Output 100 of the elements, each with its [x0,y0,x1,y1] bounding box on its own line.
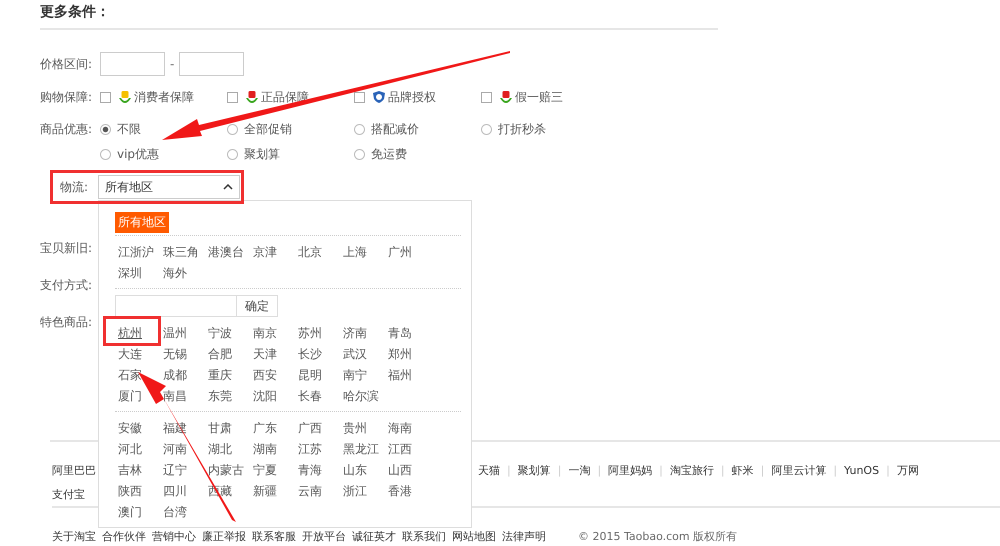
region-option[interactable]: 青海 [298,462,322,479]
region-option[interactable]: 宁夏 [253,462,277,479]
region-option[interactable]: 长春 [298,388,322,405]
region-option[interactable]: 南昌 [163,388,187,405]
region-option[interactable]: 广州 [388,244,412,261]
footer-link[interactable]: 聚划算 [518,462,551,478]
footer-link[interactable]: 诚征英才 [352,528,396,544]
region-option[interactable]: 新疆 [253,483,277,500]
footer-link[interactable]: 网站地图 [452,528,496,544]
footer-link[interactable]: 阿里云计算 [771,462,826,478]
region-option[interactable]: 大连 [118,346,142,363]
region-dropdown[interactable]: 所有地区 [98,175,240,199]
footer-link[interactable]: 开放平台 [302,528,346,544]
region-option[interactable]: 安徽 [118,420,142,437]
region-option[interactable]: 山东 [343,462,367,479]
footer-link[interactable]: 营销中心 [152,528,196,544]
region-option[interactable]: 广西 [298,420,322,437]
region-option[interactable]: 江西 [388,441,412,458]
region-option[interactable]: 陕西 [118,483,142,500]
footer-link[interactable]: 联系客服 [252,528,296,544]
region-option[interactable]: 厦门 [118,388,142,405]
region-option[interactable]: 昆明 [298,367,322,384]
region-option[interactable]: 甘肃 [208,420,232,437]
region-option[interactable]: 南宁 [343,367,367,384]
region-option[interactable]: 温州 [163,325,187,342]
region-option[interactable]: 天津 [253,346,277,363]
checkbox[interactable] [227,92,238,102]
option-label: 免运费 [371,146,407,163]
footer-link[interactable]: 淘宝旅行 [670,462,714,478]
region-option[interactable]: 湖北 [208,441,232,458]
region-option[interactable]: 辽宁 [163,462,187,479]
footer-link[interactable]: 阿里巴巴 [52,462,96,478]
radio-button[interactable] [227,149,238,160]
region-option[interactable]: 澳门 [118,504,142,521]
footer-link[interactable]: 万网 [896,462,919,478]
region-option[interactable]: 重庆 [208,367,232,384]
region-option[interactable]: 贵州 [343,420,367,437]
region-option[interactable]: 沈阳 [253,388,277,405]
region-option[interactable]: 长沙 [298,346,322,363]
footer-link[interactable]: 联系我们 [402,528,446,544]
region-option[interactable]: 哈尔滨 [343,388,379,405]
region-option[interactable]: 浙江 [343,483,367,500]
region-option[interactable]: 西安 [253,367,277,384]
region-search-field[interactable] [115,295,237,317]
region-option[interactable]: 东莞 [208,388,232,405]
footer-link[interactable]: 阿里妈妈 [608,462,652,478]
region-option[interactable]: 河北 [118,441,142,458]
footer-link[interactable]: YunOS [844,464,880,476]
region-option[interactable]: 无锡 [163,346,187,363]
footer-link[interactable]: 虾米 [732,462,754,478]
region-option[interactable]: 成都 [163,367,187,384]
min-price-field[interactable] [100,52,165,76]
region-option[interactable]: 内蒙古 [208,462,244,479]
region-option[interactable]: 青岛 [388,325,412,342]
footer-link[interactable]: 法律声明 [502,528,546,544]
footer-link[interactable]: 关于淘宝 [52,528,96,544]
region-option[interactable]: 济南 [343,325,367,342]
footer-link[interactable]: 支付宝 [52,486,85,502]
region-option[interactable]: 台湾 [163,504,187,521]
region-option[interactable]: 黑龙江 [343,441,379,458]
radio-button[interactable] [100,124,111,135]
region-option[interactable]: 杭州 [118,325,142,342]
radio-button[interactable] [481,124,492,135]
region-option[interactable]: 京津 [253,244,277,261]
radio-button[interactable] [354,124,365,135]
region-option[interactable]: 江浙沪 [118,244,154,261]
radio-button[interactable] [100,149,111,160]
region-option[interactable]: 山西 [388,462,412,479]
footer-link[interactable]: 合作伙伴 [102,528,146,544]
region-option[interactable]: 云南 [298,483,322,500]
region-option[interactable]: 合肥 [208,346,232,363]
confirm-button[interactable]: 确定 [237,295,278,317]
max-price-field[interactable] [179,52,244,76]
region-option[interactable]: 四川 [163,483,187,500]
region-option[interactable]: 北京 [298,244,322,261]
footer-link[interactable]: 廉正举报 [202,528,246,544]
region-option[interactable]: 郑州 [388,346,412,363]
region-option[interactable]: 海外 [163,265,187,282]
footer-link[interactable]: 一淘 [568,462,590,478]
region-option[interactable]: 宁波 [208,325,232,342]
region-option[interactable]: 南京 [253,325,277,342]
footer-link[interactable]: 天猫 [478,462,500,478]
region-option[interactable]: 海南 [388,420,412,437]
region-option[interactable]: 苏州 [298,325,322,342]
region-option[interactable]: 湖南 [253,441,277,458]
checkbox[interactable] [100,92,111,102]
region-option[interactable]: 吉林 [118,462,142,479]
region-option[interactable]: 深圳 [118,265,142,282]
region-option[interactable]: 香港 [388,483,412,500]
region-option[interactable]: 港澳台 [208,244,244,261]
radio-button[interactable] [354,149,365,160]
region-option[interactable]: 广东 [253,420,277,437]
region-option[interactable]: 珠三角 [163,244,199,261]
region-option[interactable]: 河南 [163,441,187,458]
region-option[interactable]: 江苏 [298,441,322,458]
checkbox[interactable] [481,92,492,102]
region-option[interactable]: 福州 [388,367,412,384]
checkbox[interactable] [354,92,365,102]
region-option[interactable]: 武汉 [343,346,367,363]
region-option[interactable]: 上海 [343,244,367,261]
